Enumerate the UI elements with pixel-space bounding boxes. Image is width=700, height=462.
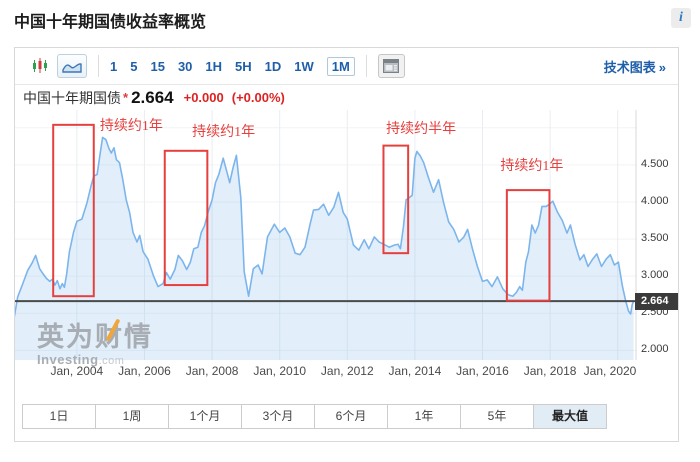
area-chart-icon[interactable] — [57, 54, 87, 78]
range-button-1周[interactable]: 1周 — [95, 404, 169, 429]
current-price-badge: 2.664 — [635, 293, 678, 311]
interval-button-1h[interactable]: 1H — [205, 59, 222, 74]
info-icon[interactable]: i — [671, 8, 691, 28]
chart-panel: 1 5 15 30 1H 5H 1D 1W 1M 技术图表» 中国十年期国债 * 2.664 — [14, 47, 679, 442]
candlestick-chart-icon[interactable] — [31, 57, 49, 75]
chart-area: 持续约1年 持续约1年 持续约半年 持续约1年 4.500 4.000 3.500 3.00… — [15, 110, 678, 392]
range-button-1个月[interactable]: 1个月 — [168, 404, 242, 429]
yield-area-chart[interactable]: 持续约1年 持续约1年 持续约半年持续约1年 — [15, 110, 637, 360]
interval-button-1m[interactable]: 1M — [326, 56, 355, 76]
quote-row: 中国十年期国债 * 2.664 +0.000 (+0.00%) — [15, 85, 678, 110]
annotation-label: 持续约半年 — [386, 120, 456, 137]
y-tick-label: 3.000 — [641, 269, 669, 282]
interval-button-5h[interactable]: 5H — [235, 59, 252, 74]
x-tick-label: Jan, 2020 — [583, 364, 637, 378]
x-tick-label: Jan, 2016 — [456, 364, 509, 378]
last-price: 2.664 — [131, 87, 174, 107]
bond-overview-page: 中国十年期国债收益率概览 i 15 15 30 1H 5H 1D 1W 1M — [0, 0, 700, 462]
y-tick-label: 4.500 — [641, 157, 669, 170]
range-button-最大值[interactable]: 最大值 — [533, 404, 607, 429]
range-button-1年[interactable]: 1年 — [387, 404, 461, 429]
toolbar-divider — [365, 55, 367, 77]
y-tick-label: 2.000 — [641, 343, 669, 356]
news-panel-icon[interactable] — [377, 54, 405, 78]
interval-button-5[interactable]: 5 — [130, 59, 137, 74]
range-button-1日[interactable]: 1日 — [22, 404, 96, 429]
annotation-label: 持续约1年 — [192, 123, 255, 140]
range-buttons: 1日 1周 1个月 3个月 6个月 1年 5年 最大值 — [22, 404, 678, 429]
range-selector-row: 1日 1周 1个月 3个月 6个月 1年 5年 最大值 — [15, 392, 678, 429]
x-tick-label: Jan, 2012 — [320, 364, 374, 378]
double-arrow-icon: » — [658, 59, 666, 75]
technical-chart-link[interactable]: 技术图表» — [604, 57, 678, 76]
page-title: 中国十年期国债收益率概览 — [14, 14, 207, 31]
x-tick-label: Jan, 2010 — [253, 364, 307, 378]
toolbar-divider — [98, 55, 99, 77]
instrument-name: 中国十年期国债 — [23, 89, 121, 106]
interval-button-1w[interactable]: 1W — [294, 59, 314, 74]
range-button-5年[interactable]: 5年 — [460, 404, 534, 429]
interval-button-1[interactable]: 1 — [110, 59, 117, 74]
price-change: +0.000 — [183, 90, 224, 105]
interval-button-15[interactable]: 15 — [150, 59, 164, 74]
asterisk-marker-icon: * — [123, 90, 129, 105]
annotation-label: 持续约1年 — [100, 117, 163, 134]
x-tick-label: Jan, 2008 — [185, 364, 239, 378]
y-tick-label: 3.500 — [641, 232, 669, 245]
x-axis-labels: Jan, 2004 Jan, 2006 Jan, 2008 Jan, 2010 Jan,… — [15, 364, 637, 380]
chart-toolbar: 1 5 15 30 1H 5H 1D 1W 1M 技术图表» — [15, 48, 678, 85]
x-tick-label: Jan, 2006 — [118, 364, 171, 378]
y-tick-label: 4.000 — [641, 194, 669, 207]
x-tick-label: Jan, 2014 — [388, 364, 442, 378]
range-button-3个月[interactable]: 3个月 — [241, 404, 315, 429]
interval-buttons: 1 5 15 30 1H 5H 1D 1W 1M — [110, 56, 355, 76]
interval-button-1d[interactable]: 1D — [265, 59, 282, 74]
x-tick-label: Jan, 2004 — [50, 364, 104, 378]
annotation-label: 持续约1年 — [500, 157, 563, 174]
price-change-percent: (+0.00%) — [231, 90, 285, 105]
interval-button-30[interactable]: 30 — [178, 59, 192, 74]
range-button-6个月[interactable]: 6个月 — [314, 404, 388, 429]
